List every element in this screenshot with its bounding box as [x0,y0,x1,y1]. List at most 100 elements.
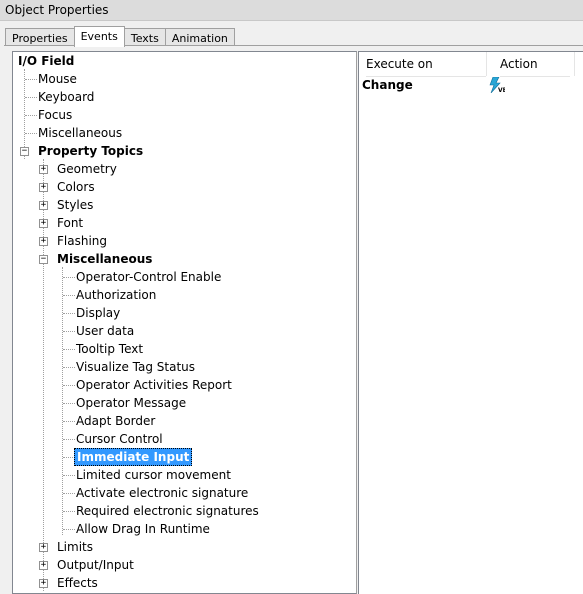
tree-item-allow-drag-in-runtime[interactable]: Allow Drag In Runtime [76,520,210,538]
tree-item-label: Limited cursor movement [76,468,231,482]
collapse-icon[interactable]: − [39,255,48,264]
tree-connector [63,439,75,440]
column-separator[interactable] [574,52,575,76]
tree-item-effects[interactable]: Effects [57,574,98,592]
tree-item-label: Output/Input [57,558,134,572]
tree-item-label: Visualize Tag Status [76,360,196,374]
tree-connector [63,475,75,476]
column-header-execute-on[interactable]: Execute on [366,52,486,77]
tree-connector [63,403,75,404]
tree-connector [63,295,75,296]
column-header-action[interactable]: Action [500,52,570,77]
tree-connector [63,529,75,530]
tree-item-activate-electronic-signature[interactable]: Activate electronic signature [76,484,248,502]
tree-item-cursor-control[interactable]: Cursor Control [76,430,163,448]
expand-icon[interactable]: + [39,183,48,192]
expand-icon[interactable]: + [39,237,48,246]
tree-item-required-electronic-signatures[interactable]: Required electronic signatures [76,502,259,520]
tree-item-limited-cursor-movement[interactable]: Limited cursor movement [76,466,231,484]
tree-item-property-topics[interactable]: Property Topics [38,142,143,160]
tree-item-label: Operator Message [76,396,187,410]
expand-icon[interactable]: + [39,165,48,174]
expand-icon[interactable]: + [39,219,48,228]
tree-item-operator-activities-report[interactable]: Operator Activities Report [76,376,232,394]
tree-item-label: Font [57,216,84,230]
expand-icon[interactable]: + [39,579,48,588]
tree-item-label: Miscellaneous [57,252,153,266]
tree-item-geometry[interactable]: Geometry [57,160,117,178]
tree-root-io-field[interactable]: I/O Field [18,52,74,70]
tree-item-label: Adapt Border [76,414,156,428]
window-title-bar: Object Properties [0,0,583,21]
tree-connector [25,79,37,80]
tree-item-label: Property Topics [38,144,144,158]
tree-item-font[interactable]: Font [57,214,83,232]
tree-connector [63,349,75,350]
tree-item-label: Allow Drag In Runtime [76,522,210,536]
tree-item-authorization[interactable]: Authorization [76,286,156,304]
column-separator[interactable] [486,52,487,76]
tree-connector [63,277,75,278]
tree-item-colors[interactable]: Colors [57,178,95,196]
tree-item-label: Display [76,306,121,320]
tree-item-focus[interactable]: Focus [38,106,72,124]
tree-connector [25,115,37,116]
vb-script-lightning-icon[interactable]: VB [487,77,505,93]
expand-icon[interactable]: + [39,201,48,210]
tree-item-label: Miscellaneous [38,126,123,140]
tree-item-visualize-tag-status[interactable]: Visualize Tag Status [76,358,195,376]
tree-item-label: Required electronic signatures [76,504,259,518]
event-tree-panel[interactable]: I/O Field Mouse Keyboard Focus Miscellan… [12,51,357,594]
tree-connector [63,511,75,512]
tree-item-adapt-border[interactable]: Adapt Border [76,412,155,430]
tree-item-label: I/O Field [18,54,75,68]
tab-strip: Properties Events Texts Animation [5,26,235,47]
tree-connector [63,385,75,386]
tree-connector [63,313,75,314]
tree-item-operator-control-enable[interactable]: Operator-Control Enable [76,268,221,286]
tree-item-label: Authorization [76,288,157,302]
tree-item-flashing[interactable]: Flashing [57,232,107,250]
tree-item-label: Tooltip Text [76,342,144,356]
tree-item-label: Cursor Control [76,432,163,446]
tree-item-styles[interactable]: Styles [57,196,93,214]
tree-item-label: Flashing [57,234,108,248]
tree-connector [63,331,75,332]
tree-item-label: Colors [57,180,95,194]
window-title: Object Properties [5,3,109,17]
tree-item-label: Immediate Input [74,448,193,466]
tree-item-keyboard[interactable]: Keyboard [38,88,94,106]
tree-item-label: Mouse [38,72,77,86]
tree-item-label: User data [76,324,135,338]
tree-connector [63,367,75,368]
tree-item-limits[interactable]: Limits [57,538,93,556]
event-row-change[interactable]: Change [362,78,413,92]
tree-item-tooltip-text[interactable]: Tooltip Text [76,340,143,358]
tree-guide-line [62,267,63,535]
tree-item-display[interactable]: Display [76,304,120,322]
tree-item-label: Focus [38,108,73,122]
expand-icon[interactable]: + [39,543,48,552]
tree-item-label: Activate electronic signature [76,486,249,500]
tree-item-mouse[interactable]: Mouse [38,70,77,88]
tree-item-label: Operator Activities Report [76,378,232,392]
expand-icon[interactable]: + [39,561,48,570]
event-trigger-label: Change [362,78,413,92]
event-actions-panel: Execute on Action Change VB [358,51,583,594]
tree-item-label: Operator-Control Enable [76,270,222,284]
tree-item-immediate-input[interactable]: Immediate Input [74,448,193,466]
tree-item-misc-topic[interactable]: Miscellaneous [57,250,152,268]
tree-connector [25,97,37,98]
tree-item-label: Keyboard [38,90,95,104]
tree-item-operator-message[interactable]: Operator Message [76,394,186,412]
tree-item-miscellaneous[interactable]: Miscellaneous [38,124,122,142]
tree-item-user-data[interactable]: User data [76,322,134,340]
tree-item-label: Limits [57,540,93,554]
tab-events[interactable]: Events [73,26,125,47]
tree-item-output-input[interactable]: Output/Input [57,556,134,574]
tree-item-label: Styles [57,198,94,212]
collapse-icon[interactable]: − [20,147,29,156]
tree-connector [63,493,75,494]
tree-item-label: Geometry [57,162,117,176]
tree-item-label: Effects [57,576,98,590]
